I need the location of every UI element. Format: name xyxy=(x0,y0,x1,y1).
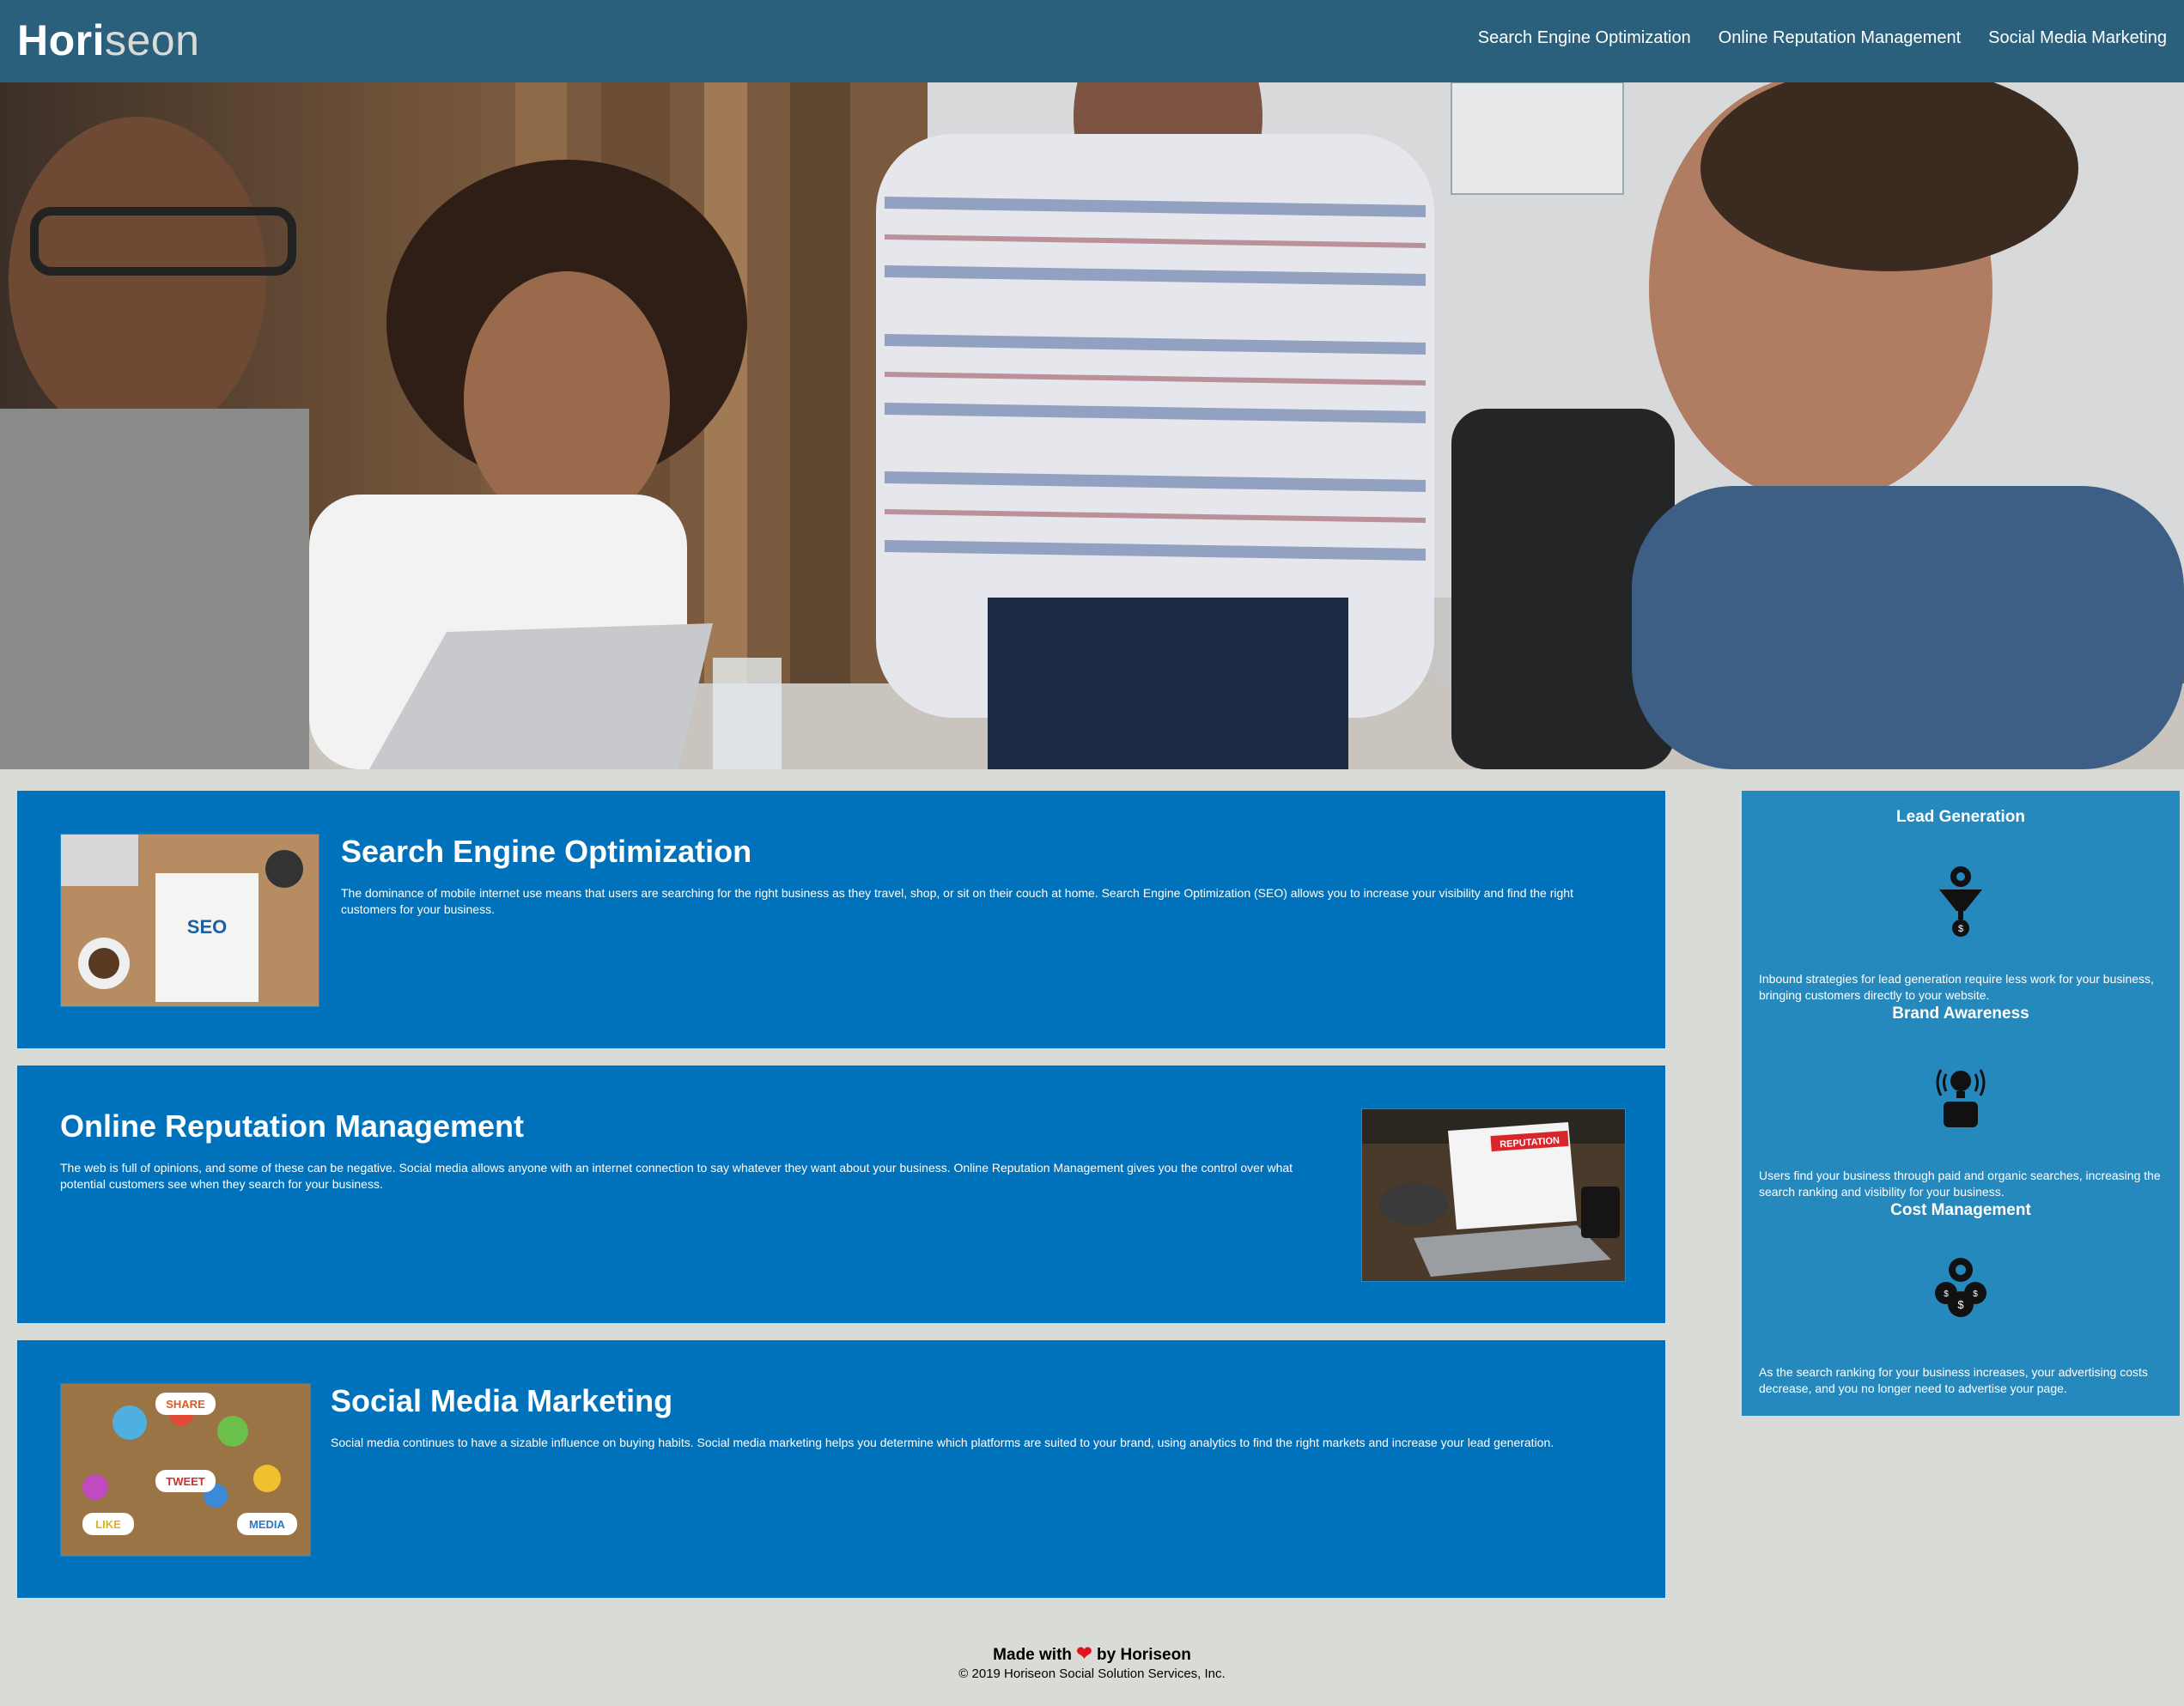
social-media-illustration: SHARE TWEET LIKE MEDIA xyxy=(61,1384,310,1556)
card-seo: SEO Search Engine Optimization The domin… xyxy=(17,791,1665,1048)
benefit-title-lead-generation: Lead Generation xyxy=(1896,808,2025,826)
svg-text:$: $ xyxy=(1957,1298,1964,1311)
made-with-line: Made with ❤ by Horiseon xyxy=(0,1642,2184,1665)
benefits-sidebar: Lead Generation $ Inbound strategies for… xyxy=(1742,791,2180,1416)
logo-main: Hori xyxy=(17,16,105,64)
funnel-gear-icon: $ xyxy=(1931,864,1991,941)
seo-notebook-illustration: SEO xyxy=(61,835,319,1006)
reputation-laptop-illustration: REPUTATION xyxy=(1362,1109,1625,1281)
site-logo[interactable]: Horiseon xyxy=(17,15,199,65)
svg-text:$: $ xyxy=(1958,924,1963,934)
heart-icon: ❤ xyxy=(1076,1642,1092,1664)
card-social: SHARE TWEET LIKE MEDIA Social Media Mark… xyxy=(17,1340,1665,1598)
tweet-bubble-text: TWEET xyxy=(166,1475,205,1488)
seo-notebook-image: SEO xyxy=(60,834,319,1007)
seo-image-text: SEO xyxy=(187,916,227,938)
card-text: The dominance of mobile internet use mea… xyxy=(341,886,1573,916)
benefit-title-cost-management: Cost Management xyxy=(1890,1201,2031,1219)
card-text: The web is full of opinions, and some of… xyxy=(60,1161,1293,1191)
team-meeting-photo xyxy=(0,82,2184,769)
hero-image xyxy=(0,82,2184,769)
lightbulb-broadcast-icon xyxy=(1931,1057,1991,1134)
reputation-laptop-image: REPUTATION xyxy=(1361,1108,1626,1282)
svg-text:$: $ xyxy=(1944,1290,1949,1299)
site-footer: Made with ❤ by Horiseon © 2019 Horiseon … xyxy=(0,1642,2184,1681)
nav-link-social[interactable]: Social Media Marketing xyxy=(1988,28,2167,48)
card-reputation: Online Reputation Management The web is … xyxy=(17,1065,1665,1323)
benefit-text: As the search ranking for your business … xyxy=(1759,1365,2148,1395)
benefit-text: Users find your business through paid an… xyxy=(1759,1169,2161,1199)
made-suffix: by Horiseon xyxy=(1097,1646,1191,1664)
copyright: © 2019 Horiseon Social Solution Services… xyxy=(958,1667,1226,1681)
main-nav: Search Engine Optimization Online Reputa… xyxy=(1478,28,2167,48)
card-title: Search Engine Optimization xyxy=(341,834,752,869)
card-title: Online Reputation Management xyxy=(60,1108,525,1144)
nav-link-seo[interactable]: Search Engine Optimization xyxy=(1478,28,1691,48)
card-text: Social media continues to have a sizable… xyxy=(331,1436,1554,1449)
social-media-image: SHARE TWEET LIKE MEDIA xyxy=(60,1383,311,1557)
coins-gear-icon: $ $ $ xyxy=(1931,1254,1991,1332)
media-bubble-text: MEDIA xyxy=(249,1518,286,1531)
made-prefix: Made with xyxy=(993,1646,1073,1664)
logo-accent: seon xyxy=(105,16,200,64)
like-bubble-text: LIKE xyxy=(95,1518,121,1531)
benefit-text: Inbound strategies for lead generation r… xyxy=(1759,972,2154,1002)
svg-text:$: $ xyxy=(1973,1290,1978,1299)
nav-link-reputation[interactable]: Online Reputation Management xyxy=(1719,28,1961,48)
card-title: Social Media Marketing xyxy=(331,1383,673,1418)
benefit-title-brand-awareness: Brand Awareness xyxy=(1892,1005,2029,1023)
share-bubble-text: SHARE xyxy=(166,1398,205,1411)
site-header: Horiseon Search Engine Optimization Onli… xyxy=(0,0,2184,82)
